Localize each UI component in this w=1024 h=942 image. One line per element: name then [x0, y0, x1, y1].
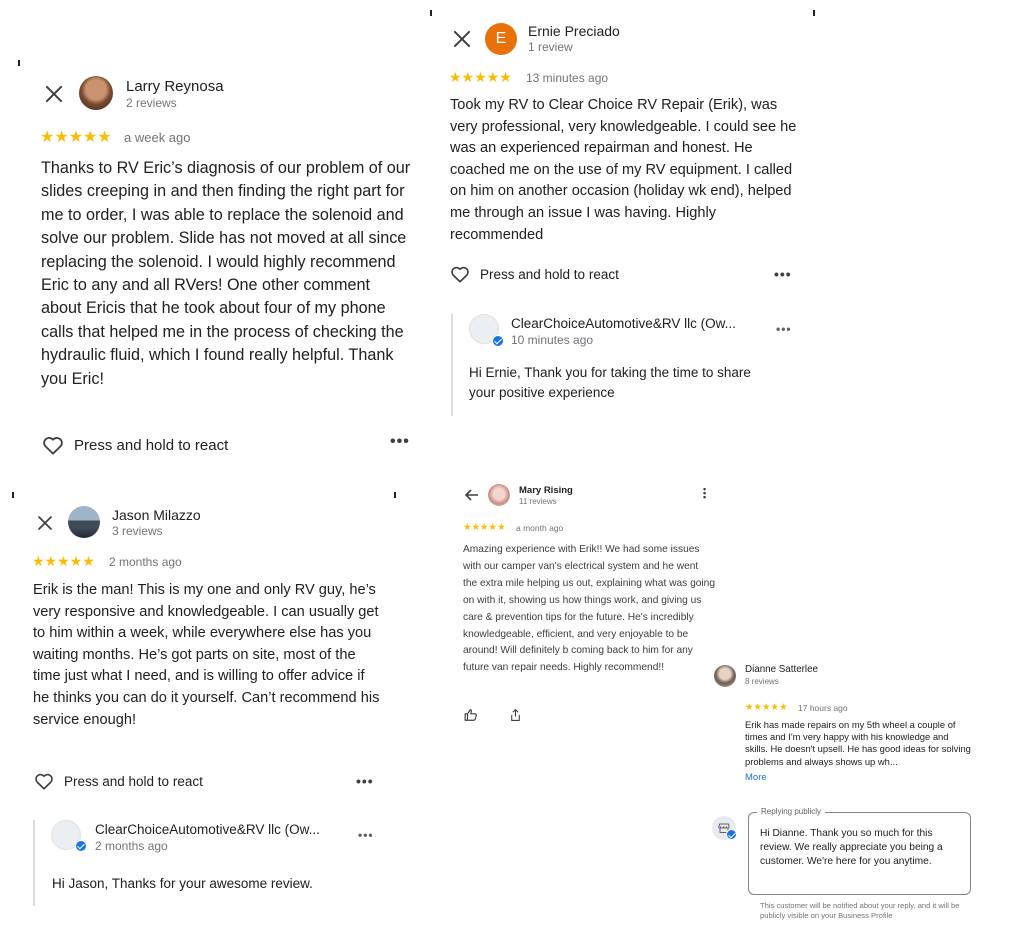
owner-reply: ClearChoiceAutomotive&RV llc (Ow... 2 mo… [33, 820, 378, 906]
review-card-mary: Mary Rising 11 reviews ••• ★★★★★ a month… [455, 476, 720, 726]
react-label: Press and hold to react [74, 436, 229, 454]
close-icon[interactable] [451, 28, 473, 50]
review-time: 2 months ago [109, 555, 182, 569]
avatar [68, 506, 100, 538]
review-time: a month ago [516, 523, 564, 533]
back-arrow-icon[interactable] [465, 489, 479, 501]
avatar: E [485, 23, 517, 55]
avatar [79, 76, 113, 110]
close-icon[interactable] [43, 83, 65, 105]
owner-reply: ClearChoiceAutomotive&RV llc (Ow... 10 m… [451, 314, 791, 416]
reviewer-name[interactable]: Jason Milazzo [112, 507, 201, 523]
owner-name[interactable]: ClearChoiceAutomotive&RV llc (Ow... [95, 822, 320, 837]
star-rating: ★★★★★ [40, 129, 112, 146]
react-button[interactable]: Press and hold to react [34, 772, 203, 790]
reply-time: 10 minutes ago [511, 333, 594, 347]
review-text: Thanks to RV Eric’s diagnosis of our pro… [41, 159, 411, 388]
reviewer-name[interactable]: Mary Rising [519, 485, 573, 496]
verified-badge-icon [75, 840, 87, 852]
crop-corner [12, 492, 14, 498]
star-rating: ★★★★★ [463, 522, 506, 533]
star-rating: ★★★★★ [32, 553, 95, 569]
thumbs-up-icon[interactable] [464, 708, 478, 722]
review-time: 13 minutes ago [526, 71, 609, 85]
review-count: 2 reviews [126, 96, 177, 110]
more-options-icon[interactable]: ••• [356, 773, 374, 789]
more-options-icon[interactable]: ••• [774, 266, 792, 282]
reply-time: 2 months ago [95, 839, 168, 853]
reviewer-name[interactable]: Dianne Satterlee [745, 664, 818, 675]
more-options-icon[interactable]: ••• [776, 322, 792, 336]
close-icon[interactable] [36, 514, 55, 533]
react-button[interactable]: Press and hold to react [450, 265, 619, 283]
review-count: 11 reviews [519, 497, 557, 506]
reply-text: Hi Jason, Thanks for your awesome review… [52, 876, 313, 891]
review-count: 3 reviews [112, 524, 163, 538]
review-card-ernie: E Ernie Preciado 1 review ★★★★★ 13 minut… [430, 10, 815, 420]
react-label: Press and hold to react [480, 266, 619, 282]
review-count: 8 reviews [745, 677, 779, 686]
crop-corner [394, 492, 396, 498]
reply-input[interactable]: Replying publicly Hi Dianne. Thank you s… [748, 807, 971, 895]
owner-name[interactable]: ClearChoiceAutomotive&RV llc (Ow... [511, 316, 736, 331]
avatar-initial: E [495, 30, 507, 47]
review-text: Erik has made repairs on my 5th wheel a … [745, 719, 971, 767]
share-icon[interactable] [509, 708, 522, 722]
crop-corner [18, 60, 20, 66]
heart-icon [451, 266, 469, 283]
review-text: Took my RV to Clear Choice RV Repair (Er… [450, 97, 797, 243]
review-text: Erik is the man! This is my one and only… [33, 582, 380, 728]
review-card-dianne: Dianne Satterlee 8 reviews ★★★★★ 17 hour… [706, 656, 978, 928]
reply-text: Hi Ernie, Thank you for taking the time … [469, 365, 751, 400]
verified-badge-icon [492, 335, 504, 347]
more-options-icon[interactable]: ••• [358, 828, 374, 842]
reviewer-name[interactable]: Larry Reynosa [126, 78, 224, 95]
crop-corner [813, 10, 815, 16]
react-button[interactable]: Press and hold to react [42, 435, 228, 455]
reviewer-name[interactable]: Ernie Preciado [528, 23, 620, 39]
review-time: a week ago [124, 130, 191, 145]
heart-icon [43, 437, 63, 455]
react-label: Press and hold to react [64, 773, 203, 789]
more-options-icon[interactable]: ••• [390, 433, 410, 451]
review-count: 1 review [528, 40, 573, 54]
avatar [714, 665, 736, 687]
heart-icon [35, 773, 53, 790]
reply-text: Hi Dianne. Thank you so much for this re… [760, 828, 943, 867]
crop-corner [430, 10, 432, 16]
review-text: Amazing experience with Erik!! We had so… [463, 544, 716, 674]
overflow-menu-icon[interactable]: ••• [703, 485, 707, 502]
star-rating: ★★★★★ [745, 702, 788, 713]
star-rating: ★★★★★ [449, 69, 512, 85]
avatar [488, 484, 510, 506]
review-card-larry: Larry Reynosa 2 reviews ★★★★★ a week ago… [18, 60, 434, 480]
more-link[interactable]: More [745, 772, 767, 783]
review-time: 17 hours ago [798, 703, 848, 713]
verified-badge-icon [726, 829, 737, 840]
notice-text: This customer will be notified about you… [760, 901, 960, 920]
reply-field-label: Replying publicly [757, 807, 826, 816]
review-card-jason: Jason Milazzo 3 reviews ★★★★★ 2 months a… [12, 492, 398, 912]
